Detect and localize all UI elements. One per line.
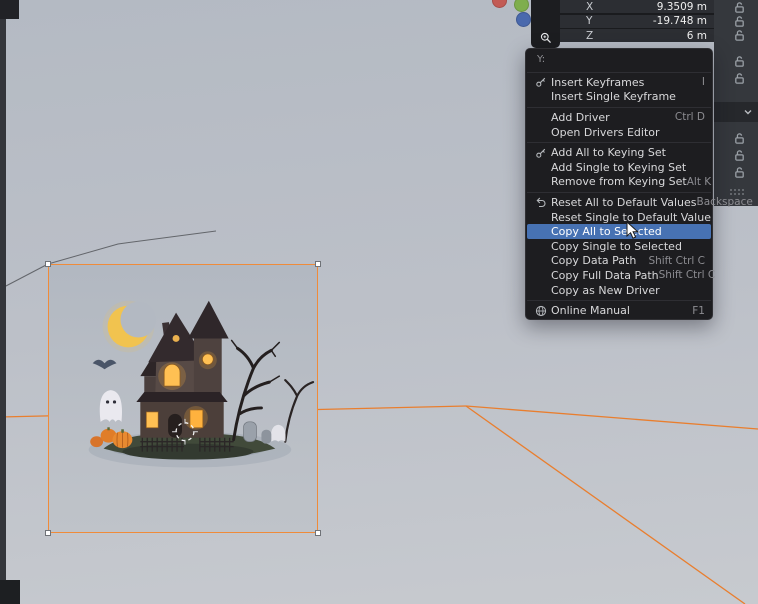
field-label: X [586, 0, 594, 13]
menu-item-label: Copy Single to Selected [551, 239, 682, 253]
lock-open-icon[interactable] [733, 149, 746, 162]
menu-item-add-all-to-keying-set[interactable]: Add All to Keying Set [526, 145, 712, 160]
selected-object-bounds[interactable] [45, 261, 321, 536]
menu-item-shortcut: Ctrl D [674, 111, 705, 124]
key-icon [532, 147, 549, 159]
menu-item-copy-full-data-path[interactable]: Copy Full Data Path Shift Ctrl C [526, 268, 715, 283]
menu-item-label: Open Drivers Editor [551, 125, 660, 139]
lock-open-icon[interactable] [733, 29, 746, 42]
menu-item-label: Add Single to Keying Set [551, 160, 687, 174]
sidebar-lock-column [714, 0, 758, 206]
menu-item-copy-all-to-selected[interactable]: Copy All to Selected [527, 224, 711, 239]
gizmo-axis-z-ball[interactable] [516, 12, 531, 27]
menu-item-label: Copy Data Path [551, 254, 637, 268]
menu-item-reset-all-to-default-values[interactable]: Reset All to Default Values Backspace [526, 195, 753, 210]
blender-3d-viewport: X 9.3509 m Y -19.748 m Z 6 m Y: Insert K… [0, 0, 758, 604]
field-value: -19.748 m [652, 15, 707, 27]
editor-edge-strip [0, 0, 6, 604]
adjacent-editor-corner-bottom [0, 580, 20, 604]
menu-item-add-single-to-keying-set[interactable]: Add Single to Keying Set [526, 160, 712, 175]
menu-item-label: Add Driver [551, 110, 610, 124]
field-label: Z [586, 29, 594, 42]
halloween-house-scene [49, 265, 317, 532]
lock-open-icon[interactable] [733, 72, 746, 85]
context-menu-header: Y: [537, 54, 546, 65]
menu-item-shortcut: F1 [692, 304, 705, 317]
key-icon [532, 76, 549, 88]
menu-item-open-drivers-editor[interactable]: Open Drivers Editor [526, 125, 712, 140]
field-value: 6 m [686, 29, 707, 42]
undo-icon [532, 196, 549, 208]
menu-item-add-driver[interactable]: Add Driver Ctrl D [526, 110, 712, 125]
menu-item-insert-keyframes[interactable]: Insert Keyframes I [526, 75, 712, 90]
lock-open-icon[interactable] [733, 55, 746, 68]
menu-item-shortcut: Shift Ctrl C [658, 269, 716, 282]
selection-handle-top-left[interactable] [45, 261, 51, 267]
menu-item-label: Insert Keyframes [551, 75, 645, 89]
chevron-down-icon [743, 107, 753, 117]
selection-handle-bottom-right[interactable] [315, 530, 321, 536]
selection-handle-bottom-left[interactable] [45, 530, 51, 536]
field-label: Y [586, 15, 593, 27]
menu-item-reset-single-to-default-value[interactable]: Reset Single to Default Value [526, 210, 712, 225]
menu-item-shortcut: Shift Ctrl C [648, 254, 705, 267]
menu-item-label: Online Manual [551, 304, 630, 318]
menu-item-label: Copy All to Selected [551, 225, 662, 239]
cursor-icon [626, 221, 640, 239]
menu-item-copy-data-path[interactable]: Copy Data Path Shift Ctrl C [526, 254, 712, 269]
selection-handle-top-right[interactable] [315, 261, 321, 267]
menu-item-label: Add All to Keying Set [551, 146, 666, 160]
viewport-zoom-button[interactable] [531, 0, 560, 48]
lock-open-icon[interactable] [733, 166, 746, 179]
menu-item-shortcut: Backspace [696, 196, 753, 209]
location-x-field[interactable]: X 9.3509 m [560, 0, 714, 13]
menu-item-shortcut: Alt K [686, 175, 712, 188]
menu-item-remove-from-keying-set[interactable]: Remove from Keying Set Alt K [526, 175, 712, 190]
lock-open-icon[interactable] [733, 132, 746, 145]
globe-icon [532, 305, 549, 317]
location-y-field[interactable]: Y -19.748 m [560, 14, 714, 28]
menu-item-shortcut: I [701, 76, 705, 89]
rotation-mode-dropdown[interactable] [714, 102, 758, 122]
lock-open-icon[interactable] [733, 15, 746, 28]
magnifier-icon [540, 32, 552, 44]
menu-item-label: Remove from Keying Set [551, 175, 687, 189]
menu-item-label: Reset All to Default Values [551, 195, 697, 209]
field-value: 9.3509 m [656, 0, 707, 13]
menu-item-copy-as-new-driver[interactable]: Copy as New Driver [526, 283, 712, 298]
menu-item-copy-single-to-selected[interactable]: Copy Single to Selected [526, 239, 712, 254]
menu-item-insert-single-keyframe[interactable]: Insert Single Keyframe [526, 90, 712, 105]
lock-open-icon[interactable] [733, 1, 746, 14]
menu-item-label: Copy as New Driver [551, 283, 660, 297]
field-context-menu: Y: Insert Keyframes I Insert Single Keyf… [525, 48, 753, 320]
menu-item-online-manual[interactable]: Online Manual F1 [526, 303, 712, 318]
menu-item-label: Copy Full Data Path [551, 268, 659, 282]
menu-item-label: Insert Single Keyframe [551, 90, 676, 104]
location-z-field[interactable]: Z 6 m [560, 29, 714, 42]
adjacent-editor-corner-top [0, 0, 19, 19]
transform-location-fields: X 9.3509 m Y -19.748 m Z 6 m [560, 0, 714, 42]
